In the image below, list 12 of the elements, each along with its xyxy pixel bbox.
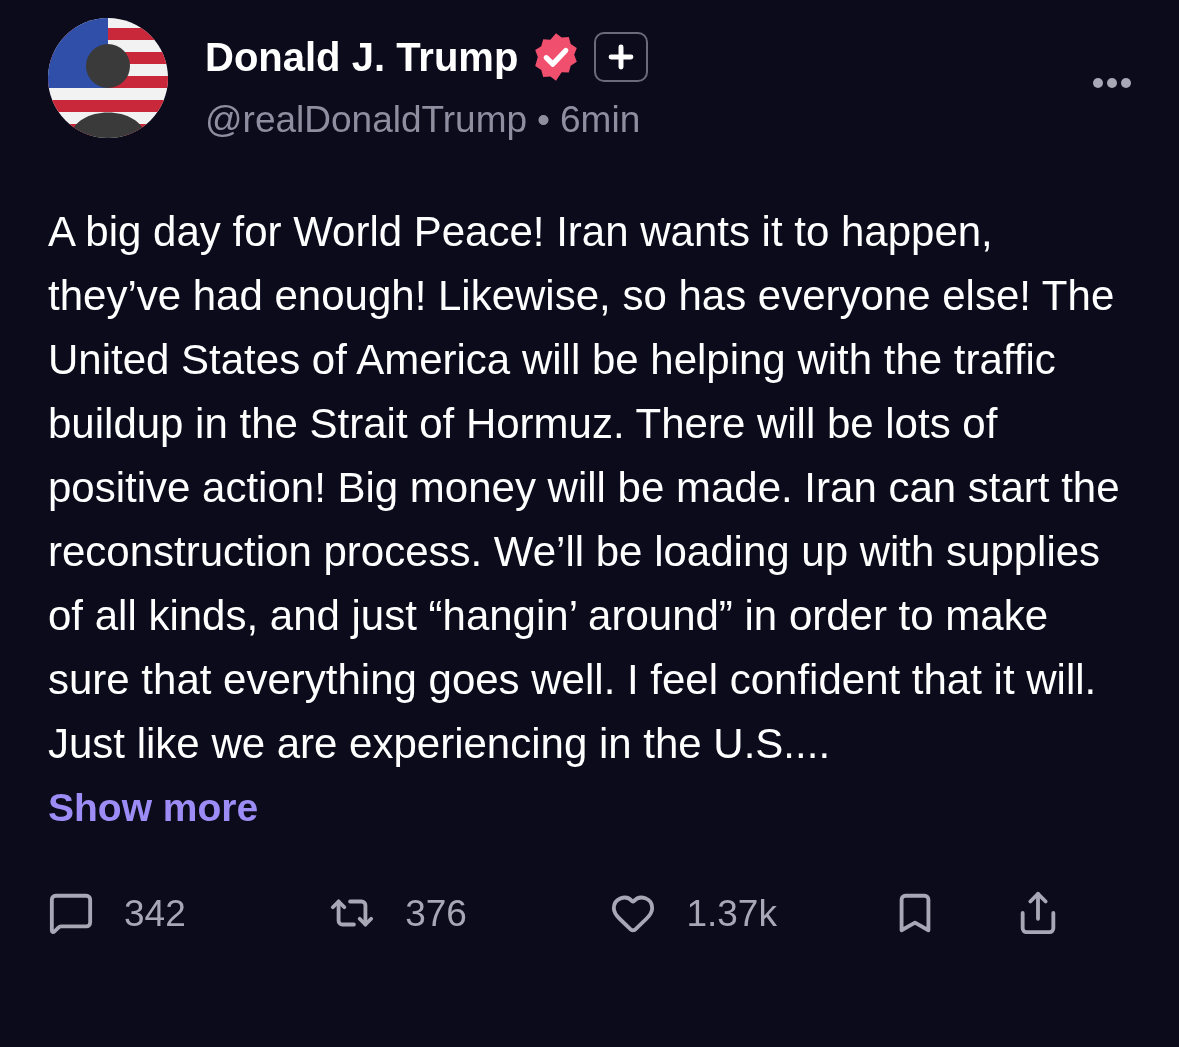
plus-icon [594,32,649,82]
author-name[interactable]: Donald J. Trump [205,37,519,77]
post-text: A big day for World Peace! Iran wants it to happen, they’ve had enough! Likewise, so has everyone else! The United States of America will be helping with the traffic buildup in the Strait of Hormuz. There will be lots of positive action! Big money will be made. Iran can start the reconstruction process. We’ll be loading up with supplies of all kinds, and just “hangin’ around” in order to make sure that everything goes well. I feel confident that it will. Just like we are experiencing in the U.S.... [48,206,1121,769]
author-handle[interactable]: @realDonaldTrump [205,92,528,148]
separator-dot: • [537,98,550,142]
post-time: 6min [560,98,641,142]
show-more-link[interactable]: Show more [48,775,259,840]
repost-button[interactable]: 376 [329,885,611,941]
more-icon [1093,78,1131,88]
reply-button[interactable]: 342 [48,885,330,941]
more-options-button[interactable] [1093,78,1131,88]
like-button[interactable]: 1.37k [610,885,892,941]
